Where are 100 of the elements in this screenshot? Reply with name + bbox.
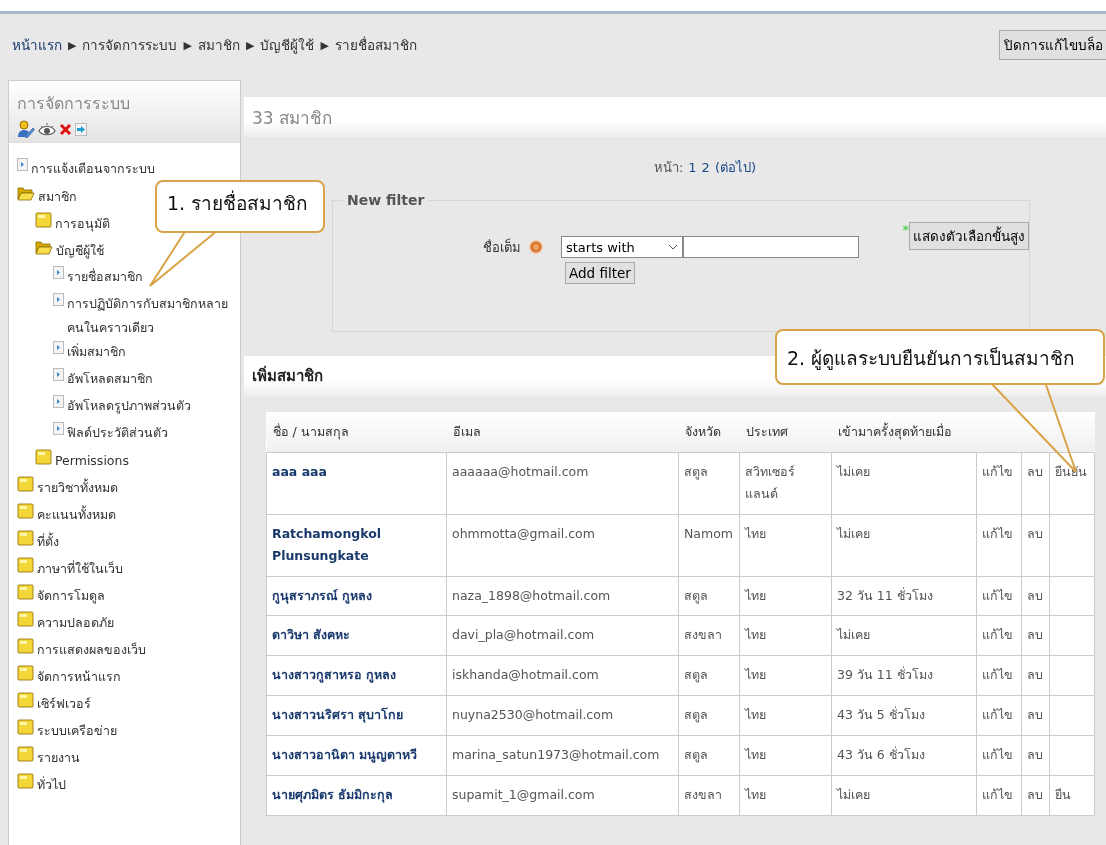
last-access-cell: 32 วัน 11 ชั่วโมง (837, 587, 933, 603)
filter-value-field[interactable] (683, 236, 859, 258)
tree-item[interactable]: คะแนนทั้งหมด (37, 502, 116, 528)
tree-item[interactable]: การแจ้งเตือนจากระบบ (31, 157, 155, 181)
breadcrumb-link[interactable]: บัญชีผู้ใช้ (260, 34, 315, 56)
tree-item[interactable]: รายชื่อสมาชิก (67, 265, 143, 289)
filter-legend: New filter (343, 192, 429, 208)
last-access-cell: ไม่เคย (837, 786, 870, 802)
country-cell: ไทย (745, 587, 766, 603)
tree-item[interactable]: การปฏิบัติการกับสมาชิกหลายคนในคราวเดียว (67, 292, 236, 340)
breadcrumb-link[interactable]: รายชื่อสมาชิก (334, 34, 417, 56)
tree-item[interactable]: ความปลอดภัย (37, 610, 114, 636)
help-icon[interactable] (529, 240, 543, 254)
email-cell: davi_pla@hotmail.com (452, 627, 595, 643)
province-cell: สตูล (684, 464, 708, 479)
block-edit-button[interactable]: ปิดการแก้ไขบล็อ (999, 30, 1106, 60)
add-filter-button[interactable]: Add filter (565, 262, 635, 284)
tree-item[interactable]: สมาชิก (38, 184, 77, 210)
email-cell: ohmmotta@gmail.com (452, 525, 595, 541)
country-cell: ไทย (745, 627, 766, 643)
province-cell: สตูล (684, 667, 708, 683)
email-cell: supamit_1@gmail.com (452, 786, 595, 802)
country-cell: ไทย (745, 707, 766, 723)
column-header[interactable]: อีเมล (446, 412, 679, 453)
section-heading: เพิ่มสมาชิก (252, 364, 323, 387)
confirm-link[interactable]: ยืน (1055, 786, 1071, 802)
email-cell: iskhanda@hotmail.com (452, 667, 599, 683)
tree-item[interactable]: การอนุมัติ (55, 211, 110, 237)
tree-item[interactable]: การแสดงผลของเว็บ (37, 637, 146, 663)
last-access-cell: ไม่เคย (837, 464, 870, 479)
delete-link[interactable]: ลบ (1027, 525, 1043, 541)
tree-item[interactable]: เพิ่มสมาชิก (67, 340, 126, 364)
tree-item[interactable]: อัพโหลดสมาชิก (67, 367, 153, 391)
tree-item[interactable]: บัญชีผู้ใช้ (56, 238, 104, 264)
tree-item[interactable]: ภาษาที่ใช้ในเว็บ (37, 556, 123, 582)
breadcrumb-link[interactable]: หน้าแรก (12, 34, 62, 56)
tree-item[interactable]: ฟิลด์ประวัติส่วนตัว (67, 421, 168, 445)
user-edit-icon[interactable] (17, 120, 35, 138)
column-header[interactable]: ประเทศ (739, 412, 832, 453)
tree-item[interactable]: ระบบเครือข่าย (37, 718, 117, 744)
arrow-right-icon[interactable] (75, 122, 87, 136)
edit-link[interactable]: แก้ไข (982, 525, 1013, 541)
last-access-cell: 43 วัน 5 ชั่วโมง (837, 707, 925, 723)
required-mark: * (902, 222, 909, 237)
breadcrumb-separator: ▶ (320, 38, 329, 52)
page-icon (53, 266, 64, 279)
next-page-link[interactable]: (ต่อไป) (714, 160, 757, 175)
page-icon (53, 422, 64, 435)
country-cell: ไทย (745, 747, 766, 762)
page-icon (53, 395, 64, 408)
breadcrumb-link[interactable]: สมาชิก (197, 34, 240, 56)
column-header[interactable]: เข้ามาครั้งสุดท้ายเมื่อ (831, 412, 977, 453)
tree-item[interactable]: รายงาน (37, 745, 80, 771)
eye-icon[interactable] (38, 121, 56, 137)
breadcrumb-link[interactable]: การจัดการระบบ (82, 34, 178, 56)
pager-label: หน้า: (653, 160, 684, 175)
last-access-cell: 39 วัน 11 ชั่วโมง (837, 667, 933, 683)
tree-item[interactable]: รายวิชาทั้งหมด (37, 475, 118, 501)
page-link[interactable]: 2 (701, 160, 710, 175)
page-icon (53, 293, 64, 306)
country-cell: ไทย (745, 667, 766, 683)
country-cell: ไทย (745, 525, 766, 541)
edit-link[interactable]: แก้ไข (982, 464, 1013, 479)
breadcrumb-separator: ▶ (68, 38, 77, 52)
delete-icon[interactable] (59, 122, 72, 136)
province-cell: สตูล (684, 747, 708, 762)
page-icon (17, 158, 28, 171)
province-cell: สตูล (684, 707, 708, 723)
member-count: 33 สมาชิก (252, 106, 333, 130)
field-label: ชื่อเต็ม (483, 237, 521, 257)
tree-item[interactable]: เซิร์ฟเวอร์ (37, 691, 91, 717)
tree-item[interactable]: อัพโหลดรูปภาพส่วนตัว (67, 394, 191, 418)
tree-item[interactable]: ที่ตั้ง (37, 529, 59, 555)
page-icon (53, 341, 64, 354)
last-access-cell: ไม่เคย (837, 525, 870, 541)
province-cell: Namom (684, 525, 733, 541)
page-icon (53, 368, 64, 381)
email-cell: aaaaaa@hotmail.com (452, 464, 589, 479)
email-cell: nuyna2530@hotmail.com (452, 707, 614, 723)
tree-item[interactable]: Permissions (55, 448, 129, 474)
page-link[interactable]: 1 (688, 160, 697, 175)
tree-item[interactable]: จัดการโมดูล (37, 583, 105, 609)
last-access-cell: 43 วัน 6 ชั่วโมง (837, 747, 925, 762)
breadcrumb-separator: ▶ (183, 38, 192, 52)
column-header[interactable]: ชื่อ / นามสกุล (266, 412, 447, 453)
operator-dropdown[interactable]: starts with (561, 236, 683, 258)
province-cell: สงขลา (684, 786, 722, 802)
delete-link[interactable]: ลบ (1027, 464, 1043, 479)
tree-item[interactable]: จัดการหน้าแรก (37, 664, 121, 690)
tree-item[interactable]: ทั่วไป (37, 772, 66, 798)
province-cell: สงขลา (684, 627, 722, 643)
chevron-down-icon (668, 244, 678, 250)
country-cell: สวิทเซอร์แลนด์ (745, 464, 795, 501)
last-access-cell: ไม่เคย (837, 627, 870, 643)
email-cell: naza_1898@hotmail.com (452, 587, 611, 603)
column-header[interactable]: จังหวัด (678, 412, 740, 453)
email-cell: marina_satun1973@hotmail.com (452, 747, 660, 762)
advanced-options-button[interactable]: แสดงตัวเลือกขั้นสูง (909, 222, 1029, 250)
breadcrumb-separator: ▶ (245, 38, 255, 52)
callout-text: 2. ผู้ดูแลระบบยืนยันการเป็นสมาชิก (775, 329, 1105, 385)
